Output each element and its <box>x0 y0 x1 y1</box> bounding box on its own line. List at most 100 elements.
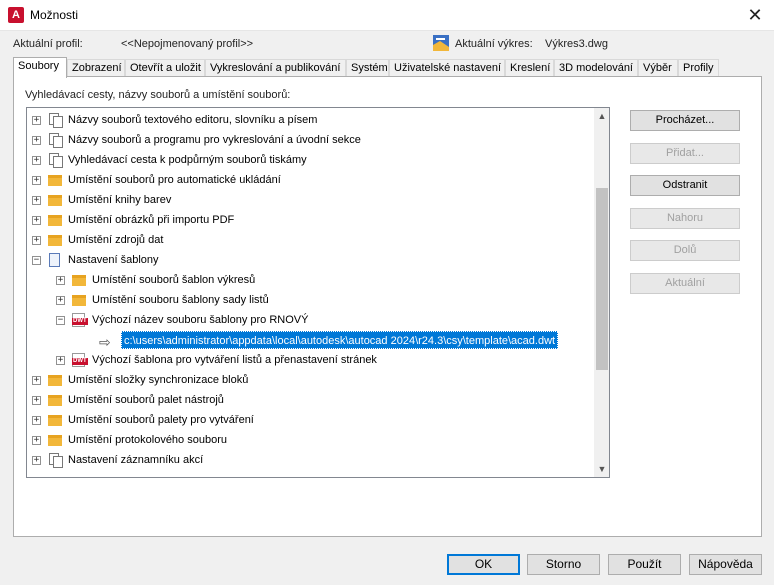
expand-icon[interactable]: + <box>32 416 41 425</box>
help-button[interactable]: Nápověda <box>689 554 762 575</box>
tab-vykreslovani[interactable]: Vykreslování a publikování <box>205 59 346 77</box>
tree-item[interactable]: + Umístění souborů šablon výkresů <box>27 270 593 290</box>
expand-icon[interactable]: + <box>32 396 41 405</box>
files-panel: Vyhledávací cesty, názvy souborů a umíst… <box>13 76 762 537</box>
window-title: Možnosti <box>30 8 79 22</box>
drawing-icon <box>433 35 449 51</box>
tree-item[interactable]: + DWT Výchozí šablona pro vytváření list… <box>27 350 593 370</box>
collapse-icon[interactable]: − <box>56 316 65 325</box>
tree-item-label: Nastavení záznamníku akcí <box>68 454 204 466</box>
template-path-value[interactable]: c:\users\administrator\appdata\local\aut… <box>121 331 559 349</box>
multi-doc-icon <box>48 133 63 148</box>
expand-icon[interactable]: + <box>32 136 41 145</box>
tab-vyber[interactable]: Výběr <box>638 59 678 77</box>
tree-item-label: Umístění souborů palety pro vytváření <box>68 414 254 426</box>
add-button[interactable]: Přidat... <box>630 143 740 164</box>
ok-button[interactable]: OK <box>447 554 520 575</box>
tree-item-label: Vyhledávací cesta k podpůrným souborů ti… <box>68 154 307 166</box>
tab-profily[interactable]: Profily <box>678 59 719 77</box>
tree-item[interactable]: + Umístění zdrojů dat <box>27 230 593 250</box>
expand-icon[interactable]: + <box>32 436 41 445</box>
tree-item[interactable]: + Umístění souborů palet nástrojů <box>27 390 593 410</box>
tree-item-label: Názvy souborů textového editoru, slovník… <box>68 114 318 126</box>
move-up-button[interactable]: Nahoru <box>630 208 740 229</box>
folder-icon <box>48 173 63 187</box>
close-icon[interactable]: ✕ <box>740 3 770 27</box>
document-icon <box>49 253 64 267</box>
tree-scrollbar[interactable]: ▲ ▼ <box>594 108 609 477</box>
tree-item-label: Výchozí šablona pro vytváření listů a př… <box>92 354 377 366</box>
autocad-app-icon: A <box>8 7 24 23</box>
current-drawing-label: Aktuální výkres: <box>455 38 533 50</box>
tree-item[interactable]: + Názvy souborů textového editoru, slovn… <box>27 110 593 130</box>
scroll-thumb[interactable] <box>596 188 608 370</box>
tree-item[interactable]: + Umístění obrázků při importu PDF <box>27 210 593 230</box>
file-tree[interactable]: + Názvy souborů textového editoru, slovn… <box>26 107 610 478</box>
tree-item[interactable]: + Umístění knihy barev <box>27 190 593 210</box>
expand-icon[interactable]: + <box>32 196 41 205</box>
expand-icon[interactable]: + <box>56 296 65 305</box>
tab-zobrazeni[interactable]: Zobrazení <box>67 59 125 77</box>
tab-3d-modelovani[interactable]: 3D modelování <box>554 59 638 77</box>
expand-icon[interactable]: + <box>32 216 41 225</box>
expand-icon[interactable]: + <box>32 456 41 465</box>
expand-icon[interactable]: + <box>32 176 41 185</box>
expand-icon[interactable]: + <box>32 116 41 125</box>
tree-item-label: Umístění souborů palet nástrojů <box>68 394 224 406</box>
tree-item-selected[interactable]: ⇨ c:\users\administrator\appdata\local\a… <box>27 330 593 350</box>
remove-button[interactable]: Odstranit <box>630 175 740 196</box>
tab-soubory[interactable]: Soubory <box>13 57 67 78</box>
expand-icon[interactable]: + <box>32 376 41 385</box>
expand-icon[interactable]: + <box>56 356 65 365</box>
tree-item[interactable]: + Nastavení záznamníku akcí <box>27 450 593 470</box>
tree-item-label: Umístění protokolového souboru <box>68 434 227 446</box>
apply-button[interactable]: Použít <box>608 554 681 575</box>
tree-item[interactable]: + Umístění souboru šablony sady listů <box>27 290 593 310</box>
tree-item[interactable]: + Umístění složky synchronizace bloků <box>27 370 593 390</box>
current-profile-label: Aktuální profil: <box>13 38 83 50</box>
current-profile-value: <<Nepojmenovaný profil>> <box>121 38 254 50</box>
collapse-icon[interactable]: − <box>32 256 41 265</box>
browse-button[interactable]: Procházet... <box>630 110 740 131</box>
multi-doc-icon <box>48 453 63 468</box>
tree-item-label: Umístění souboru šablony sady listů <box>92 294 269 306</box>
expand-icon[interactable]: + <box>32 236 41 245</box>
tab-system[interactable]: Systém <box>346 59 389 77</box>
folder-icon <box>48 413 63 427</box>
tree-item[interactable]: − Nastavení šablony <box>27 250 593 270</box>
expand-icon[interactable]: + <box>56 276 65 285</box>
tree-item[interactable]: + Umístění souborů pro automatické uklád… <box>27 170 593 190</box>
folder-icon <box>48 213 63 227</box>
arrow-right-icon: ⇨ <box>99 334 111 350</box>
tree-item-label: Umístění souborů šablon výkresů <box>92 274 256 286</box>
tree-item[interactable]: + Vyhledávací cesta k podpůrným souborů … <box>27 150 593 170</box>
tree-item-label: Umístění obrázků při importu PDF <box>68 214 235 226</box>
scroll-up-icon[interactable]: ▲ <box>594 108 609 124</box>
multi-doc-icon <box>48 153 63 168</box>
tree-item-label: Nastavení šablony <box>68 254 159 266</box>
expand-icon[interactable]: + <box>32 156 41 165</box>
set-current-button[interactable]: Aktuální <box>630 273 740 294</box>
folder-icon <box>48 393 63 407</box>
tree-item-label: Umístění souborů pro automatické ukládán… <box>68 174 281 186</box>
title-bar: A Možnosti ✕ <box>0 0 774 31</box>
panel-label: Vyhledávací cesty, názvy souborů a umíst… <box>25 89 291 101</box>
move-down-button[interactable]: Dolů <box>630 240 740 261</box>
folder-icon <box>48 193 63 207</box>
tree-item[interactable]: − DWT Výchozí název souboru šablony pro … <box>27 310 593 330</box>
tree-item[interactable]: + Umístění souborů palety pro vytváření <box>27 410 593 430</box>
folder-icon <box>48 373 63 387</box>
dwt-file-icon: DWT <box>72 353 88 367</box>
multi-doc-icon <box>48 113 63 128</box>
tab-otevrit-a-ulozit[interactable]: Otevřít a uložit <box>125 59 205 77</box>
tab-uzivatelske-nastaveni[interactable]: Uživatelské nastavení <box>389 59 505 77</box>
scroll-down-icon[interactable]: ▼ <box>594 461 609 477</box>
folder-icon <box>48 433 63 447</box>
tab-kresleni[interactable]: Kreslení <box>505 59 554 77</box>
folder-icon <box>48 233 63 247</box>
tree-item[interactable]: + Názvy souborů a programu pro vykreslov… <box>27 130 593 150</box>
tree-item-label: Umístění zdrojů dat <box>68 234 164 246</box>
cancel-button[interactable]: Storno <box>527 554 600 575</box>
folder-icon <box>72 273 87 287</box>
tree-item[interactable]: + Umístění protokolového souboru <box>27 430 593 450</box>
